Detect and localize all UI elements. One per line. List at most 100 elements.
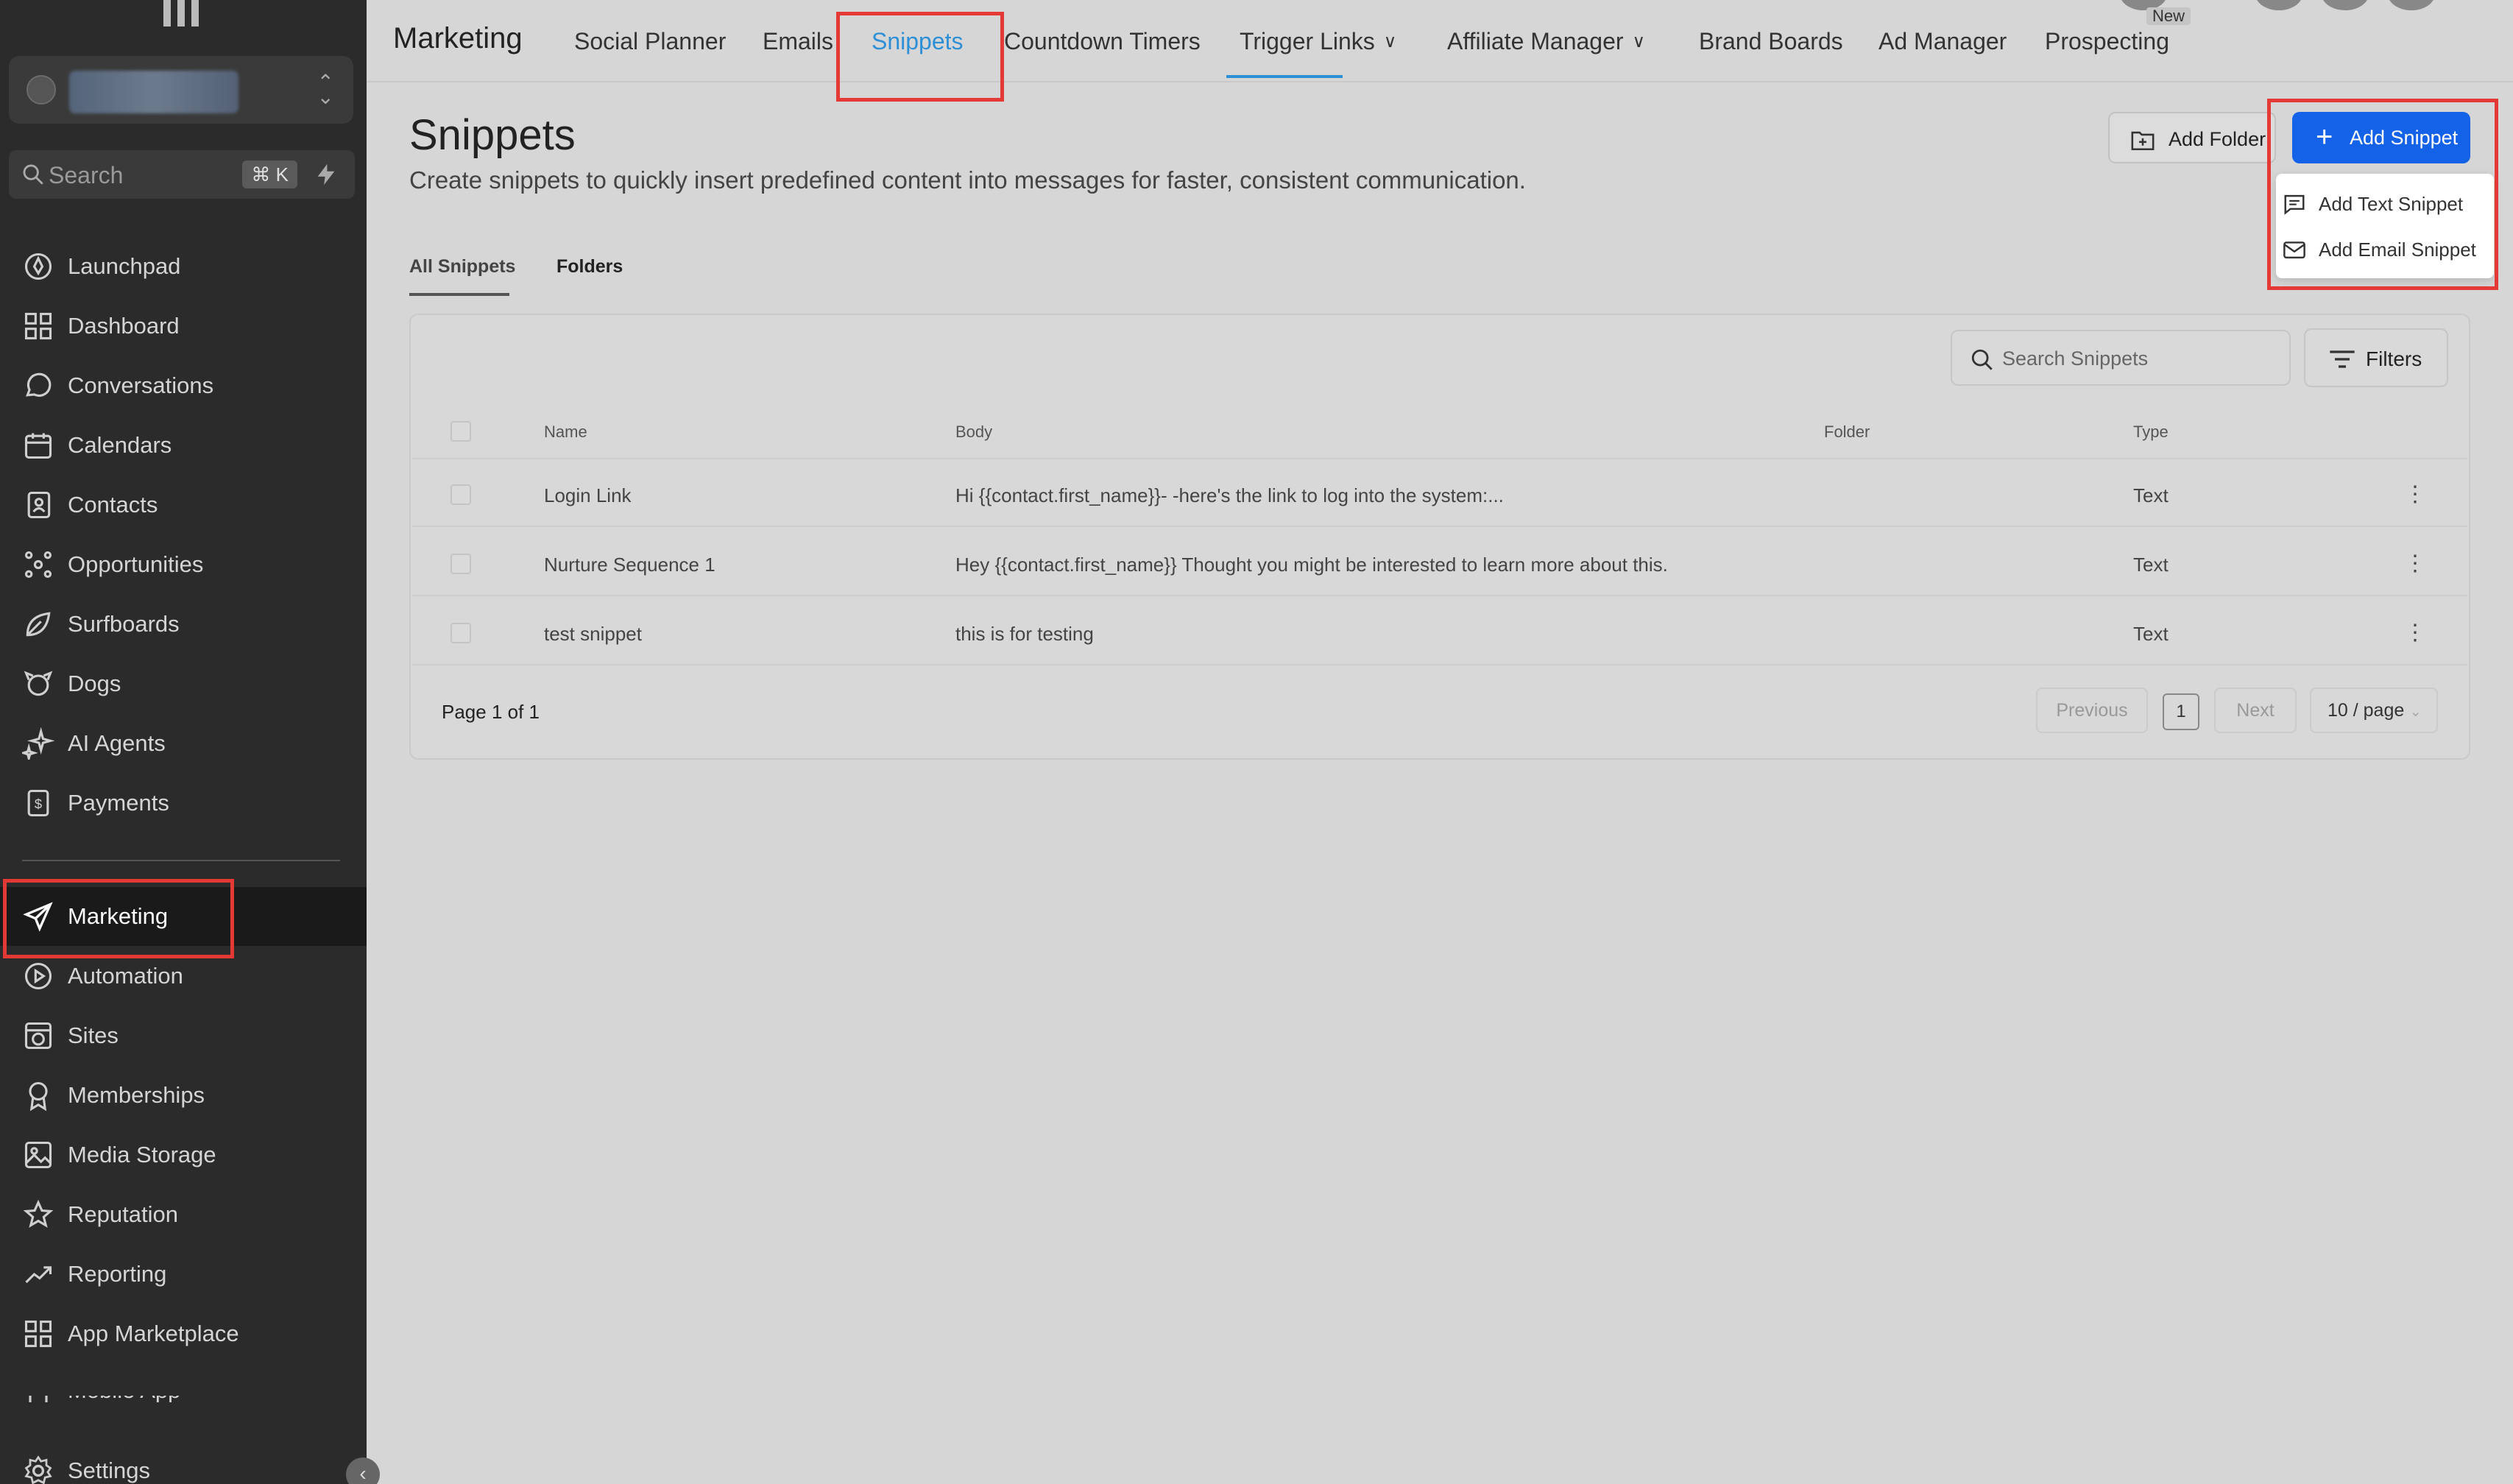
- column-header-type[interactable]: Type: [2133, 423, 2169, 442]
- search-snippets-placeholder: Search Snippets: [2002, 347, 2149, 370]
- search-shortcut: ⌘ K: [242, 160, 297, 188]
- sidebar-search[interactable]: Search ⌘ K: [9, 150, 311, 199]
- account-switcher[interactable]: ⌃ ⌄: [9, 56, 353, 124]
- sidebar-item-label: Opportunities: [68, 551, 204, 577]
- per-page-value: 10 / page: [2328, 700, 2405, 721]
- active-subtab-underline: [409, 293, 509, 296]
- tab-label: Prospecting: [2045, 28, 2169, 54]
- snippet-type: Text: [2133, 623, 2169, 645]
- more-options-icon[interactable]: ⋮: [2404, 620, 2426, 646]
- snippet-name[interactable]: Login Link: [544, 484, 632, 507]
- column-header-folder[interactable]: Folder: [1824, 423, 1870, 442]
- per-page-select[interactable]: 10 / page ⌄: [2310, 688, 2438, 733]
- collapse-sidebar-button[interactable]: ‹: [346, 1458, 380, 1484]
- page-number-button[interactable]: 1: [2163, 693, 2199, 730]
- snippet-name[interactable]: Nurture Sequence 1: [544, 554, 715, 576]
- sparkle-icon: [19, 727, 55, 763]
- filters-button[interactable]: Filters: [2304, 328, 2448, 387]
- search-icon: [1971, 349, 1993, 370]
- tab-affiliate-manager[interactable]: Affiliate Manager ∨: [1447, 28, 1645, 55]
- sidebar-item-opportunities[interactable]: Opportunities: [0, 535, 367, 594]
- snippet-name[interactable]: test snippet: [544, 623, 642, 646]
- sidebar-item-label: Calendars: [68, 432, 172, 458]
- globe-window-icon: [22, 1020, 54, 1052]
- column-header-body[interactable]: Body: [955, 423, 992, 442]
- tab-brand-boards[interactable]: Brand Boards: [1699, 28, 1843, 55]
- sidebar-item-sites[interactable]: Sites: [0, 1006, 367, 1065]
- column-header-name[interactable]: Name: [544, 423, 587, 442]
- sidebar-item-reporting[interactable]: Reporting: [0, 1245, 367, 1304]
- tab-label: Countdown Timers: [1004, 28, 1201, 54]
- leaf-icon: [22, 608, 54, 640]
- tab-folders[interactable]: Folders: [556, 256, 623, 278]
- tab-emails[interactable]: Emails: [763, 28, 833, 55]
- sidebar-item-media-storage[interactable]: Media Storage: [0, 1126, 367, 1184]
- sidebar-item-settings[interactable]: Settings: [0, 1441, 367, 1484]
- sidebar-item-label: Automation: [68, 963, 183, 989]
- sidebar-item-label: Dogs: [68, 671, 121, 696]
- active-tab-underline: [1226, 75, 1343, 78]
- trend-icon: [22, 1258, 54, 1290]
- sidebar-item-label: Payments: [68, 790, 169, 816]
- sidebar-item-surfboards[interactable]: Surfboards: [0, 595, 367, 654]
- bolt-icon: [317, 163, 335, 186]
- grid-icon: [22, 310, 54, 342]
- sidebar-divider: [22, 860, 340, 861]
- sidebar-item-launchpad[interactable]: Launchpad: [0, 237, 367, 296]
- page-title: Snippets: [409, 111, 576, 159]
- sidebar-item-payments[interactable]: $ Payments: [0, 774, 367, 833]
- snippet-body: this is for testing: [955, 623, 1094, 645]
- sidebar-item-reputation[interactable]: Reputation: [0, 1185, 367, 1244]
- sidebar: ⌃ ⌄ Search ⌘ K Launchpad Dashboard Conver…: [0, 0, 380, 1484]
- more-options-icon[interactable]: ⋮: [2404, 551, 2426, 576]
- sidebar-item-label: Launchpad: [68, 253, 181, 279]
- contacts-icon: [22, 489, 54, 521]
- row-checkbox[interactable]: [450, 484, 471, 505]
- select-all-checkbox[interactable]: [450, 421, 471, 442]
- sidebar-item-label: Reporting: [68, 1261, 167, 1287]
- sidebar-item-dashboard[interactable]: Dashboard: [0, 297, 367, 356]
- section-title: Marketing: [393, 22, 523, 54]
- search-placeholder: Search: [49, 162, 124, 188]
- tab-countdown-timers[interactable]: Countdown Timers: [1004, 28, 1201, 55]
- tab-label: Social Planner: [574, 28, 727, 54]
- calendar-icon: [22, 429, 54, 462]
- sidebar-item-calendars[interactable]: Calendars: [0, 416, 367, 475]
- next-page-button[interactable]: Next: [2214, 688, 2297, 733]
- chevron-down-icon: ∨: [1632, 32, 1646, 52]
- sidebar-item-ai-agents[interactable]: AI Agents: [0, 714, 367, 773]
- tab-label: Affiliate Manager: [1447, 28, 1624, 54]
- sidebar-item-label: Contacts: [68, 492, 158, 517]
- tab-ad-manager[interactable]: Ad Manager: [1878, 28, 2007, 55]
- apps-icon: [22, 1318, 54, 1350]
- tab-social-planner[interactable]: Social Planner: [574, 28, 726, 55]
- previous-page-button[interactable]: Previous: [2036, 688, 2148, 733]
- sidebar-item-contacts[interactable]: Contacts: [0, 476, 367, 534]
- more-options-icon[interactable]: ⋮: [2404, 481, 2426, 507]
- sidebar-item-memberships[interactable]: Memberships: [0, 1066, 367, 1125]
- logo: [160, 0, 202, 26]
- highlight-box-add-snippet: [2267, 99, 2498, 290]
- sidebar-item-conversations[interactable]: Conversations: [0, 356, 367, 415]
- play-circle-icon: [22, 960, 54, 992]
- search-snippets-input[interactable]: Search Snippets: [1951, 330, 2291, 386]
- quick-actions-button[interactable]: [297, 150, 355, 199]
- tab-trigger-links[interactable]: Trigger Links ∨: [1240, 28, 1396, 55]
- add-folder-button[interactable]: Add Folder: [2108, 112, 2276, 163]
- tab-prospecting[interactable]: Prospecting: [2045, 28, 2169, 55]
- add-folder-label: Add Folder: [2169, 128, 2266, 150]
- sidebar-item-dogs[interactable]: Dogs: [0, 654, 367, 713]
- row-checkbox[interactable]: [450, 554, 471, 574]
- sidebar-item-app-marketplace[interactable]: App Marketplace: [0, 1304, 367, 1363]
- chevron-down-icon: ∨: [1383, 32, 1397, 52]
- tab-label: Brand Boards: [1699, 28, 1843, 54]
- sidebar-item-label: Sites: [68, 1022, 119, 1048]
- snippet-body: Hey {{contact.first_name}} Thought you m…: [955, 554, 1668, 576]
- snippet-type: Text: [2133, 484, 2169, 506]
- folder-plus-icon: [2131, 131, 2155, 151]
- row-checkbox[interactable]: [450, 623, 471, 643]
- tab-all-snippets[interactable]: All Snippets: [409, 256, 515, 278]
- snippet-type: Text: [2133, 554, 2169, 576]
- sidebar-item-label: Media Storage: [68, 1142, 216, 1167]
- highlight-box-marketing: [3, 879, 234, 958]
